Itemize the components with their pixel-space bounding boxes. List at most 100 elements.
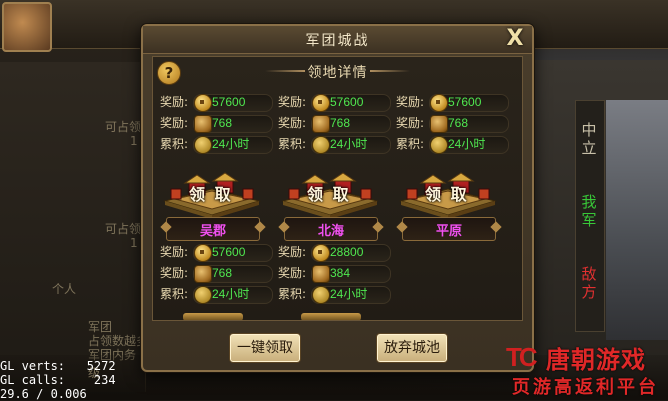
territory-details-panel: ? 领地详情 奖励: 57600 奖励: 768 累积: 24小时领 取吴郡 奖励: 5760… xyxy=(152,56,523,321)
accumulated-time-value: 24小时 xyxy=(448,137,486,151)
coin-reward-row: 奖励: 28800 xyxy=(278,243,391,262)
row-label: 奖励: xyxy=(396,95,425,109)
coin-reward-row: 奖励: 57600 xyxy=(160,93,273,112)
faction-char: 立 xyxy=(581,139,597,157)
clock-coin-icon xyxy=(194,136,212,154)
coin-icon xyxy=(194,244,212,262)
accumulated-time-row: 累积: 24小时 xyxy=(160,135,273,154)
bg-text: 可占领 xyxy=(105,222,142,236)
accumulated-time-row: 累积: 24小时 xyxy=(278,285,391,304)
faction-char: 敌 xyxy=(581,265,597,283)
claim-label[interactable]: 领 取 xyxy=(425,181,469,205)
coin-reward-value: 57600 xyxy=(212,95,246,109)
close-button[interactable]: X xyxy=(502,26,528,52)
badge-reward-value: 768 xyxy=(448,116,469,130)
next-fortress-preview xyxy=(301,313,361,320)
coin-reward-row: 奖励: 57600 xyxy=(396,93,509,112)
title-ornament-right xyxy=(370,70,410,72)
clock-coin-icon xyxy=(430,136,448,154)
accumulated-time-row: 累积: 24小时 xyxy=(160,285,273,304)
accumulated-time-row: 累积: 24小时 xyxy=(278,135,391,154)
merit-badge-icon xyxy=(194,265,212,283)
row-label: 累积: xyxy=(160,287,189,301)
territory-name: 北海 xyxy=(317,224,344,239)
accumulated-time-row: 累积: 24小时 xyxy=(396,135,509,154)
row-label: 奖励: xyxy=(160,245,189,259)
badge-reward-row: 奖励: 768 xyxy=(160,264,273,283)
territory-name: 平原 xyxy=(435,224,462,239)
accumulated-time-value: 24小时 xyxy=(212,287,250,301)
coin-reward-value: 28800 xyxy=(330,245,364,259)
row-label: 累积: xyxy=(396,137,425,151)
territory-grid: 奖励: 57600 奖励: 768 累积: 24小时领 取吴郡 奖励: 57600 奖励: 768… xyxy=(153,91,522,320)
faction-char: 我 xyxy=(581,193,597,211)
faction-char: 中 xyxy=(581,121,597,139)
accumulated-time-value: 24小时 xyxy=(330,137,368,151)
coin-reward-value: 57600 xyxy=(448,95,482,109)
coin-icon xyxy=(312,94,330,112)
coin-icon xyxy=(430,94,448,112)
coin-icon xyxy=(312,244,330,262)
badge-reward-row: 奖励: 768 xyxy=(396,114,509,133)
abandon-city-button[interactable]: 放弃城池 xyxy=(376,333,448,363)
faction-char: 军 xyxy=(581,211,597,229)
watermark-subtitle: 页游高返利平台 xyxy=(512,377,659,398)
territory-card: 奖励: 57600 奖励: 768 累积: 24小时领 取吴郡 xyxy=(153,91,273,241)
badge-reward-row: 奖励: 768 xyxy=(278,114,391,133)
watermark-logo: TC xyxy=(506,342,538,372)
row-label: 奖励: xyxy=(278,95,307,109)
territory-card: 奖励: 57600 奖励: 768 累积: 24小时 xyxy=(153,241,273,320)
badge-reward-value: 768 xyxy=(330,116,351,130)
merit-badge-icon xyxy=(194,115,212,133)
debug-calls: GL calls: 234 xyxy=(0,373,116,387)
row-label: 奖励: xyxy=(160,266,189,280)
territory-nameplate: 平原 xyxy=(402,217,496,241)
territory-card: 奖励: 57600 奖励: 768 累积: 24小时领 取平原 xyxy=(389,91,509,241)
row-label: 累积: xyxy=(160,137,189,151)
row-label: 奖励: xyxy=(160,116,189,130)
claim-label[interactable]: 领 取 xyxy=(307,181,351,205)
faction-strip: 中 立 我 军 敌 方 xyxy=(575,100,605,332)
player-avatar[interactable] xyxy=(2,2,52,52)
debug-fps: 29.6 / 0.006 xyxy=(0,387,87,401)
coin-reward-value: 57600 xyxy=(212,245,246,259)
territory-nameplate: 北海 xyxy=(284,217,378,241)
clock-coin-icon xyxy=(312,136,330,154)
battle-map xyxy=(606,100,668,340)
bg-text: 个人 xyxy=(52,282,77,296)
coin-reward-value: 57600 xyxy=(330,95,364,109)
claim-label[interactable]: 领 取 xyxy=(189,181,233,205)
clock-coin-icon xyxy=(194,286,212,304)
dialog-title: 军团城战 xyxy=(305,33,370,49)
clock-coin-icon xyxy=(312,286,330,304)
accumulated-time-value: 24小时 xyxy=(330,287,368,301)
site-watermark: TC 唐朝游戏 页游高返利平台 xyxy=(506,338,668,398)
row-label: 奖励: xyxy=(278,245,307,259)
dialog-titlebar: 军团城战 X xyxy=(143,26,532,54)
faction-char: 方 xyxy=(581,283,597,301)
accumulated-time-value: 24小时 xyxy=(212,137,250,151)
watermark-title: 唐朝游戏 xyxy=(546,346,646,374)
badge-reward-row: 奖励: 384 xyxy=(278,264,391,283)
badge-reward-value: 768 xyxy=(212,116,233,130)
badge-reward-value: 768 xyxy=(212,266,233,280)
bg-text: 1 xyxy=(130,134,138,148)
territory-nameplate: 吴郡 xyxy=(166,217,260,241)
debug-verts: GL verts: 5272 xyxy=(0,359,116,373)
row-label: 奖励: xyxy=(160,95,189,109)
row-label: 奖励: xyxy=(278,116,307,130)
merit-badge-icon xyxy=(312,115,330,133)
territory-card: 奖励: 57600 奖励: 768 累积: 24小时领 取北海 xyxy=(271,91,391,241)
bg-text: 可占领 xyxy=(105,120,142,134)
coin-reward-row: 奖励: 57600 xyxy=(278,93,391,112)
coin-icon xyxy=(194,94,212,112)
row-label: 奖励: xyxy=(278,266,307,280)
badge-reward-row: 奖励: 768 xyxy=(160,114,273,133)
badge-reward-value: 384 xyxy=(330,266,351,280)
next-fortress-preview xyxy=(183,313,243,320)
row-label: 奖励: xyxy=(396,116,425,130)
merit-badge-icon xyxy=(430,115,448,133)
claim-all-button[interactable]: 一键领取 xyxy=(229,333,301,363)
row-label: 累积: xyxy=(278,287,307,301)
row-label: 累积: xyxy=(278,137,307,151)
